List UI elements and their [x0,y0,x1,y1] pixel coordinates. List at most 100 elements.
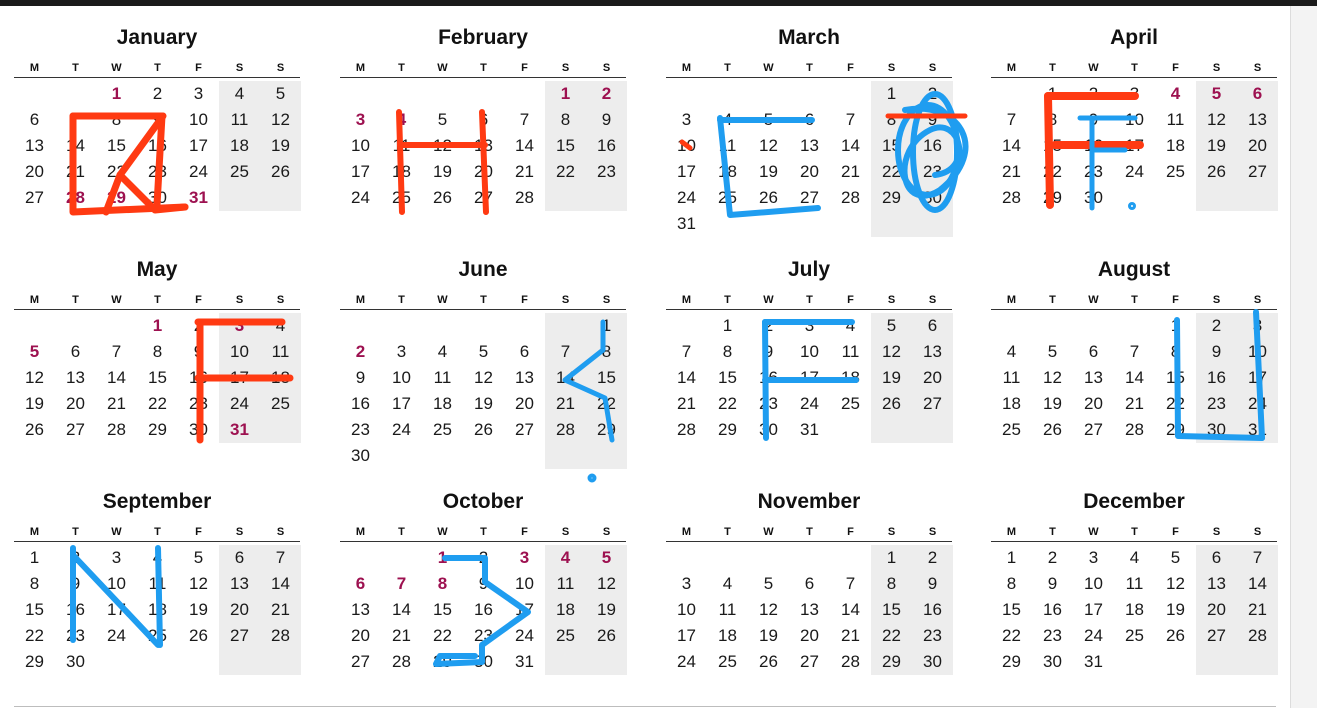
weekday-letter: S [928,294,937,306]
weekday-letter: T [398,294,405,306]
day-cell: 13 [515,368,534,387]
day-cell: 20 [1207,600,1226,619]
month-title: June [458,258,508,281]
day-cell: 6 [804,110,815,129]
day-cell: 4 [152,548,163,567]
day-cell: 11 [230,110,249,129]
month-august: August M T W T F S S 1 2 3 4 5 6 7 8 9 10 11 12 13 14 15 16 17 18… [991,232,1278,464]
weekday-header: MTWTFSS [666,62,952,76]
day-cell: 29 [597,420,616,439]
day-cell: 17 [1248,368,1267,387]
day-cell: 27 [1248,162,1267,181]
day-cell: 17 [677,626,696,645]
day-cell: 22 [882,626,901,645]
page-scrollbar[interactable] [1290,6,1317,708]
day-cell: 27 [230,626,249,645]
day-cell: 4 [396,110,407,129]
day-cell: 16 [597,136,616,155]
day-cell: 13 [1084,368,1103,387]
day-cell: 29 [718,420,737,439]
day-cell: 24 [107,626,126,645]
day-cell: 26 [189,626,208,645]
weekday-letter: W [763,294,774,306]
header-rule [340,77,626,78]
weekday-header: MTWTFSS [991,526,1277,540]
day-cell: 11 [148,574,167,593]
day-cell: 20 [800,162,819,181]
day-cell: 10 [107,574,126,593]
day-cell: 25 [230,162,249,181]
day-cell: 10 [1125,110,1144,129]
day-cell: 23 [351,420,370,439]
weekday-letter: S [1212,526,1221,538]
weekday-letter: S [887,62,896,74]
day-cell: 22 [433,626,452,645]
day-cell: 12 [189,574,208,593]
day-cell: 25 [1125,626,1144,645]
day-cell: 2 [1211,316,1222,335]
weekday-letter: F [195,294,202,306]
weekday-letter: T [398,526,405,538]
day-cell: 9 [478,574,489,593]
weekday-letter: S [235,294,244,306]
day-cell: 13 [66,368,85,387]
weekday-letter: W [437,294,448,306]
day-cell: 27 [800,188,819,207]
day-cell: 9 [1047,574,1058,593]
day-cell: 27 [25,188,44,207]
day-cell: 14 [1248,574,1267,593]
day-cell: 14 [841,136,860,155]
header-rule [340,541,626,542]
day-cell: 5 [1170,548,1181,567]
day-cell: 6 [70,342,81,361]
day-cell: 30 [923,652,942,671]
day-cell: 27 [1084,420,1103,439]
day-cell: 30 [1043,652,1062,671]
day-cell: 16 [1207,368,1226,387]
day-cell: 22 [1166,394,1185,413]
weekday-letter: T [1049,526,1056,538]
day-cell: 29 [107,188,126,207]
day-cell: 10 [1084,574,1103,593]
day-cell: 2 [152,84,163,103]
day-cell: 25 [271,394,290,413]
weekday-letter: F [1172,62,1179,74]
weekday-letter: T [480,294,487,306]
day-cell: 13 [25,136,44,155]
day-cell: 4 [560,548,571,567]
day-cell: 28 [1125,420,1144,439]
day-cell: 27 [800,652,819,671]
month-title: October [442,490,524,513]
day-cell: 29 [148,420,167,439]
day-cell: 1 [886,84,897,103]
weekday-letter: W [1088,294,1099,306]
day-cell: 25 [392,188,411,207]
day-cell: 26 [1207,162,1226,181]
weekday-letter: M [29,294,40,306]
day-cell: 31 [189,188,208,207]
day-cell: 8 [886,110,897,129]
day-cell: 7 [845,574,856,593]
day-cell: 13 [230,574,249,593]
weekday-letter: M [681,294,692,306]
day-cell: 18 [148,600,167,619]
day-cell: 13 [800,600,819,619]
weekday-header: MTWTFSS [666,526,952,540]
day-cell: 17 [800,368,819,387]
day-cell: 7 [1006,110,1017,129]
day-cell: 25 [433,420,452,439]
weekday-header: MTWTFSS [14,294,300,308]
day-cell: 14 [66,136,85,155]
day-cell: 6 [29,110,40,129]
day-cell: 5 [275,84,286,103]
day-cell: 21 [1248,600,1267,619]
day-cell: 16 [148,136,167,155]
weekday-letter: T [1131,526,1138,538]
weekday-letter: T [1131,294,1138,306]
weekday-letter: S [887,294,896,306]
day-cell: 23 [1043,626,1062,645]
header-rule [991,309,1277,310]
day-cell: 25 [841,394,860,413]
day-cell: 2 [478,548,489,567]
day-cell: 8 [1170,342,1181,361]
